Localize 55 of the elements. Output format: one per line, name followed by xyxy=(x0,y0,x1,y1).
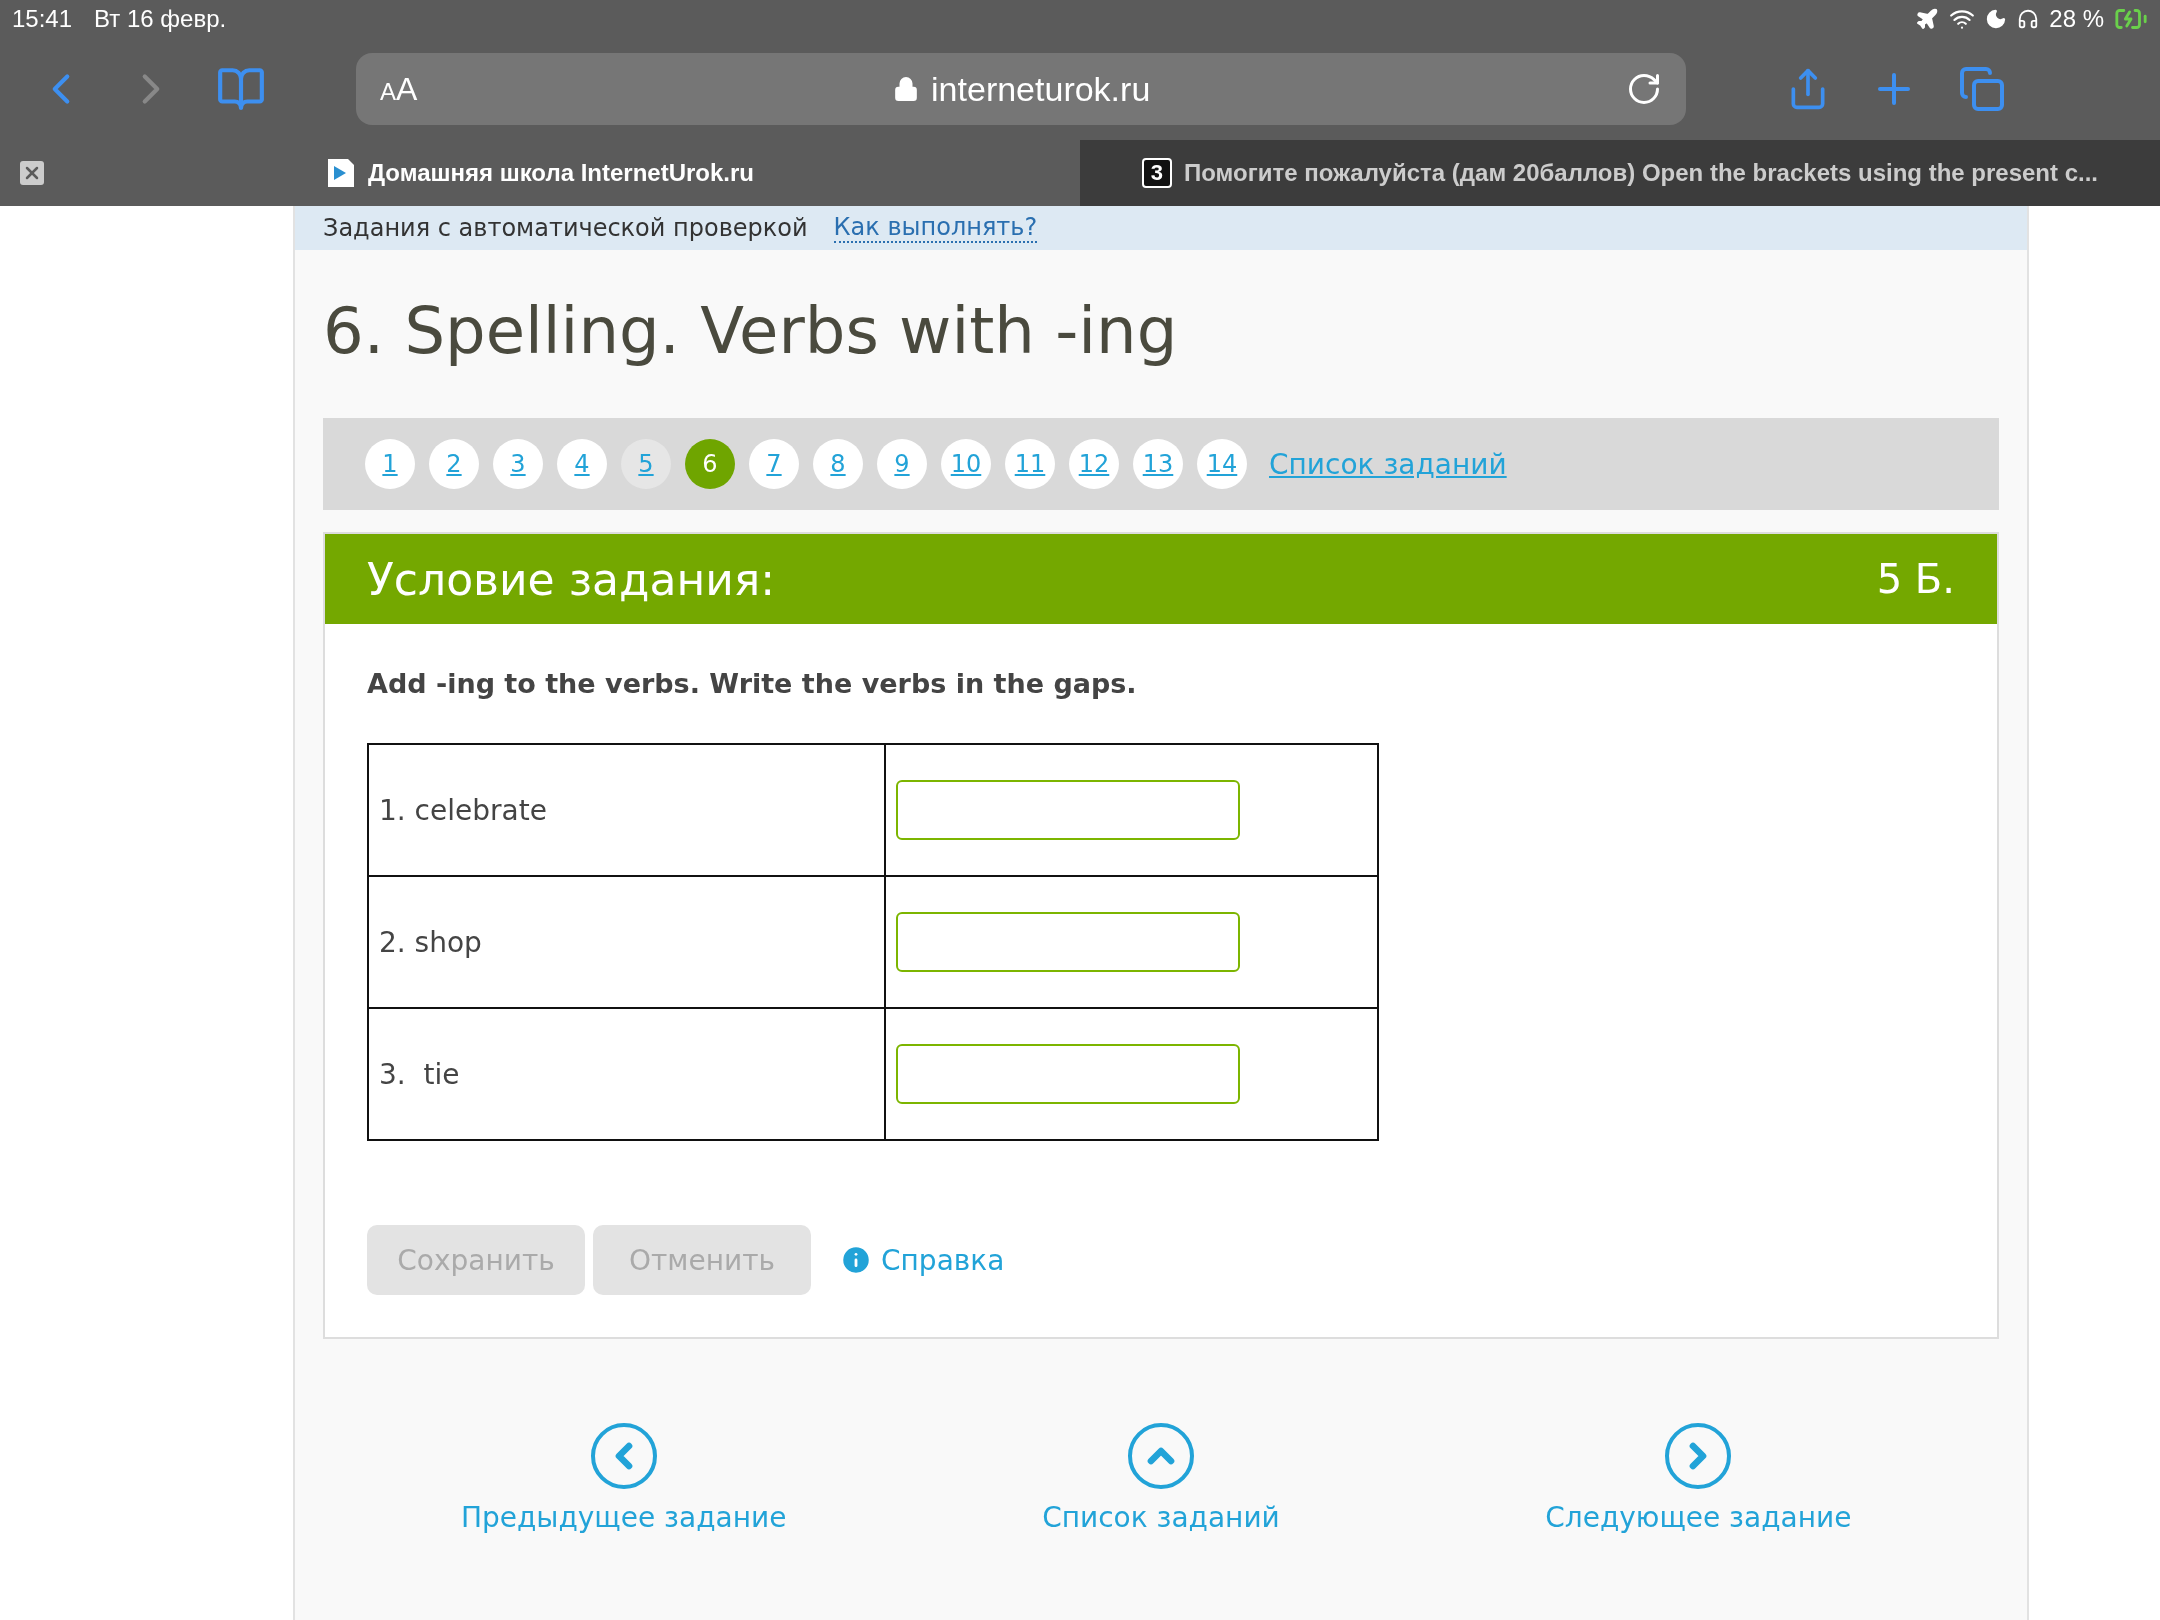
play-document-icon xyxy=(325,157,356,189)
tab-favicon: 3 xyxy=(1141,158,1172,188)
chevron-right-icon xyxy=(1665,1423,1732,1489)
task-nav-link[interactable]: Предыдущее задание xyxy=(373,1423,874,1534)
headphones-icon xyxy=(2017,8,2040,30)
page-link[interactable]: 13 xyxy=(1133,439,1183,489)
chevron-up-icon xyxy=(1128,1423,1194,1489)
answer-field[interactable] xyxy=(896,1044,1240,1104)
how-to-link[interactable]: Как выполнять? xyxy=(833,213,1038,243)
page-link[interactable]: 5 xyxy=(621,439,671,489)
tabs-icon[interactable] xyxy=(1958,65,2006,113)
page-link[interactable]: 8 xyxy=(813,439,863,489)
page-link[interactable]: 11 xyxy=(1005,439,1055,489)
page-link[interactable]: 10 xyxy=(941,439,991,489)
page-link[interactable]: 12 xyxy=(1069,439,1119,489)
verb-cell: 1. celebrate xyxy=(368,744,885,876)
task-nav-label: Список заданий xyxy=(1042,1501,1280,1534)
status-time: 15:41 xyxy=(12,5,73,33)
task-nav-label: Следующее задание xyxy=(1545,1501,1852,1534)
verb-cell: 2. shop xyxy=(368,876,885,1008)
page-link[interactable]: 14 xyxy=(1197,439,1247,489)
url-text: interneturok.ru xyxy=(931,69,1151,109)
task-nav-label: Предыдущее задание xyxy=(460,1501,787,1534)
answer-field[interactable] xyxy=(896,912,1240,972)
instruction-text: Add -ing to the verbs. Write the verbs in the gaps. xyxy=(367,668,1138,699)
info-text: Задания с автоматической проверкой xyxy=(323,214,808,242)
address-bar[interactable]: AA interneturok.ru xyxy=(356,53,1686,125)
page-link[interactable]: 4 xyxy=(557,439,607,489)
task-list-link[interactable]: Список заданий xyxy=(1269,447,1507,481)
airplane-icon xyxy=(1915,7,1940,31)
task-nav-link[interactable]: Следующее задание xyxy=(1448,1423,1949,1534)
battery-percent: 28 % xyxy=(2049,5,2104,33)
moon-icon xyxy=(1985,8,2008,30)
status-date: Вт 16 февр. xyxy=(94,5,227,33)
chevron-left-icon xyxy=(590,1423,657,1489)
help-link[interactable]: Справка xyxy=(839,1243,1005,1277)
lock-icon xyxy=(893,76,920,102)
verb-cell: 3. tie xyxy=(368,1008,885,1140)
answer-field[interactable] xyxy=(896,780,1240,840)
tab-title: Домашняя школа InternetUrok.ru xyxy=(367,159,755,187)
page-link[interactable]: 2 xyxy=(429,439,479,489)
page-link[interactable]: 7 xyxy=(749,439,799,489)
reload-icon[interactable] xyxy=(1626,71,1662,107)
page-title: 6. Spelling. Verbs with -ing xyxy=(323,294,1179,368)
close-icon[interactable] xyxy=(20,161,44,185)
page-link[interactable]: 9 xyxy=(877,439,927,489)
page-link[interactable]: 6 xyxy=(685,439,735,489)
text-size-button[interactable]: AA xyxy=(380,70,418,108)
task-nav-link[interactable]: Список заданий xyxy=(911,1423,1411,1534)
task-points: 5 Б. xyxy=(1876,556,1955,602)
page-link[interactable]: 1 xyxy=(365,439,415,489)
task-header-title: Условие задания: xyxy=(367,553,776,605)
tab-title: Помогите пожалуйста (дам 20баллов) Open the brackets using the present c... xyxy=(1183,159,2099,187)
page-link[interactable]: 3 xyxy=(493,439,543,489)
browser-tab[interactable]: 3 Помогите пожалуйста (дам 20баллов) Open the brackets using the present c... xyxy=(1080,140,2160,206)
